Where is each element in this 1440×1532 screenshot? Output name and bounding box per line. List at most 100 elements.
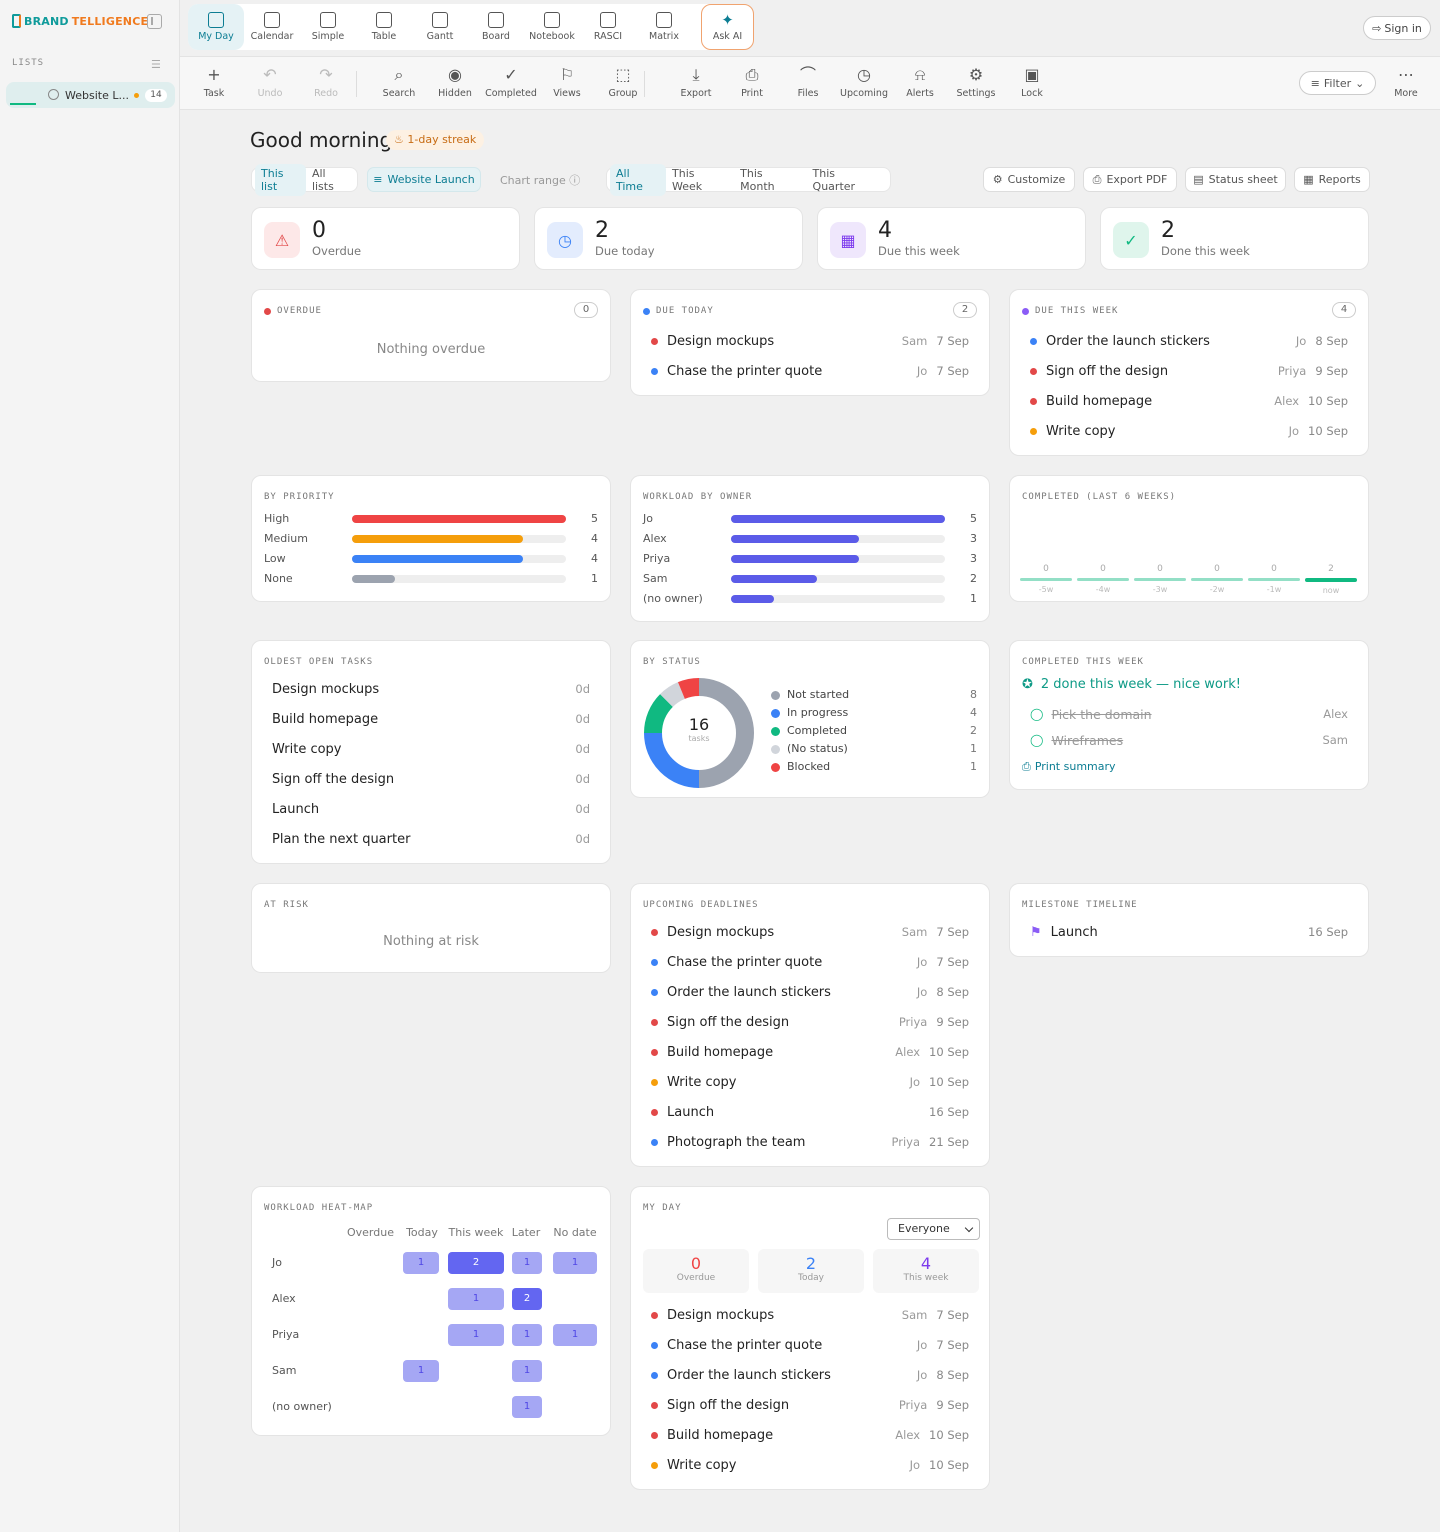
task-row[interactable]: Build homepage Alex 10 Sep (651, 1042, 969, 1062)
info-icon[interactable]: ⓘ (569, 174, 580, 187)
tab-rasci[interactable]: RASCI (580, 4, 636, 50)
completed-icon: ✓ (504, 65, 518, 84)
task-row[interactable]: Build homepage Alex 10 Sep (651, 1425, 969, 1445)
undo-button[interactable]: ↶ Undo (242, 65, 298, 99)
sheet-icon: ▤ (1193, 173, 1204, 186)
stat-due-today[interactable]: ◷ 2 Due today (534, 207, 803, 270)
task-row[interactable]: Build homepage 0d (272, 709, 590, 729)
heatmap-cell[interactable]: 2 (448, 1252, 504, 1274)
task-row[interactable]: Design mockups Sam 7 Sep (651, 331, 969, 351)
stat-due-week[interactable]: ▦ 4 Due this week (817, 207, 1086, 270)
task-row[interactable]: Sign off the design Priya 9 Sep (651, 1395, 969, 1415)
heatmap-cell[interactable]: 1 (553, 1252, 597, 1274)
upcoming-button[interactable]: ◷ Upcoming (836, 65, 892, 99)
export-pdf-button[interactable]: ⎙ Export PDF (1083, 167, 1177, 192)
search-button[interactable]: ⌕ Search (371, 65, 427, 99)
task-row[interactable]: Write copy Jo 10 Sep (651, 1455, 969, 1475)
alerts-button[interactable]: ⍾ Alerts (892, 65, 948, 99)
task-row[interactable]: Write copy Jo 10 Sep (1030, 421, 1348, 441)
heatmap-cell[interactable]: 2 (512, 1288, 542, 1310)
heatmap-cell[interactable]: 1 (512, 1396, 542, 1418)
heatmap-cell[interactable]: 1 (512, 1360, 542, 1382)
task-row[interactable]: Design mockups Sam 7 Sep (651, 922, 969, 942)
tab-calendar[interactable]: Calendar (244, 4, 300, 50)
task-row[interactable]: Photograph the team Priya 21 Sep (651, 1132, 969, 1152)
tab-gantt[interactable]: Gantt (412, 4, 468, 50)
task-owner: Priya (898, 1398, 928, 1412)
current-list-chip[interactable]: ≡ Website Launch (367, 167, 481, 192)
group-button[interactable]: ⬚ Group (595, 65, 651, 99)
task-row[interactable]: Order the launch stickers Jo 8 Sep (651, 1365, 969, 1385)
heatmap-cell[interactable]: 1 (403, 1252, 439, 1274)
task-row[interactable]: Write copy 0d (272, 739, 590, 759)
views-button[interactable]: ⚐ Views (539, 65, 595, 99)
scope-all-lists[interactable]: All lists (306, 164, 354, 196)
export-button[interactable]: ⤓ Export (668, 65, 724, 99)
task-row[interactable]: Order the launch stickers Jo 8 Sep (1030, 331, 1348, 351)
task-row[interactable]: Design mockups 0d (272, 679, 590, 699)
stat-overdue[interactable]: ⚠ 0 Overdue (251, 207, 520, 270)
range-all-time[interactable]: All Time (610, 163, 667, 196)
range-this-week[interactable]: This Week (666, 164, 734, 196)
task-row[interactable]: Design mockups Sam 7 Sep (651, 1305, 969, 1325)
tab-simple-list[interactable]: Simple (300, 4, 356, 50)
tab-my-day[interactable]: My Day (188, 4, 244, 50)
sign-in-button[interactable]: ⇨ Sign in (1363, 16, 1431, 40)
completed-item[interactable]: ◯ Wireframes Sam (1030, 730, 1348, 750)
task-date: 10 Sep (1308, 424, 1348, 438)
task-row[interactable]: Order the launch stickers Jo 8 Sep (651, 982, 969, 1002)
milestone-item[interactable]: ⚑ Launch 16 Sep (1030, 922, 1348, 942)
customize-button[interactable]: ⚙ Customize (983, 167, 1075, 192)
task-button[interactable]: + Task (186, 65, 242, 99)
task-row[interactable]: Chase the printer quote Jo 7 Sep (651, 1335, 969, 1355)
print-summary-link[interactable]: ⎙ Print summary (1022, 760, 1116, 774)
range-this-month[interactable]: This Month (734, 164, 806, 196)
redo-button[interactable]: ↷ Redo (298, 65, 354, 99)
scope-this-list[interactable]: This list (255, 163, 306, 196)
task-row[interactable]: Sign off the design Priya 9 Sep (1030, 361, 1348, 381)
print-button[interactable]: ⎙ Print (724, 65, 780, 99)
completed-button[interactable]: ✓ Completed (483, 65, 539, 99)
lock-button[interactable]: ▣ Lock (1004, 65, 1060, 99)
lists-menu-icon[interactable]: ☰ (151, 58, 161, 71)
heatmap-cell[interactable]: 1 (512, 1324, 542, 1346)
task-row[interactable]: Write copy Jo 10 Sep (651, 1072, 969, 1092)
heatmap-cell[interactable]: 1 (448, 1288, 504, 1310)
heatmap-cell[interactable]: 1 (512, 1252, 542, 1274)
status-sheet-button[interactable]: ▤ Status sheet (1185, 167, 1286, 192)
reports-button[interactable]: ▦ Reports (1294, 167, 1370, 192)
heatmap-cell[interactable]: 1 (553, 1324, 597, 1346)
files-button[interactable]: ⌒ Files (780, 65, 836, 99)
collapse-sidebar-icon[interactable] (147, 14, 162, 29)
settings-button[interactable]: ⚙ Settings (948, 65, 1004, 99)
my-day-summary-this-week[interactable]: 4 This week (873, 1249, 979, 1293)
bar-fill (352, 535, 524, 543)
tab-table[interactable]: Table (356, 4, 412, 50)
tab-notebook[interactable]: Notebook (524, 4, 580, 50)
brand-logo[interactable]: BRAND TELLIGENCE (12, 14, 148, 28)
task-row[interactable]: Chase the printer quote Jo 7 Sep (651, 361, 969, 381)
owner-filter-select[interactable]: Everyone (887, 1218, 980, 1240)
heatmap-cell[interactable]: 1 (403, 1360, 439, 1382)
completed-item[interactable]: ◯ Pick the domain Alex (1030, 704, 1348, 724)
more-button[interactable]: ⋯ More (1378, 65, 1434, 99)
stat-done-week[interactable]: ✓ 2 Done this week (1100, 207, 1369, 270)
tab-board[interactable]: Board (468, 4, 524, 50)
toolbar-label: Export (680, 88, 712, 99)
hidden-button[interactable]: ◉ Hidden (427, 65, 483, 99)
task-row[interactable]: Chase the printer quote Jo 7 Sep (651, 952, 969, 972)
ask-ai-button[interactable]: ✦ Ask AI (701, 4, 754, 50)
task-row[interactable]: Build homepage Alex 10 Sep (1030, 391, 1348, 411)
task-row[interactable]: Sign off the design 0d (272, 769, 590, 789)
task-row[interactable]: Plan the next quarter 0d (272, 829, 590, 849)
my-day-summary-overdue[interactable]: 0 Overdue (643, 1249, 749, 1293)
task-row[interactable]: Sign off the design Priya 9 Sep (651, 1012, 969, 1032)
task-row[interactable]: Launch 0d (272, 799, 590, 819)
heatmap-cell[interactable]: 1 (448, 1324, 504, 1346)
my-day-summary-today[interactable]: 2 Today (758, 1249, 864, 1293)
filter-button[interactable]: ≡ Filter ⌄ (1299, 71, 1376, 95)
task-row[interactable]: Launch 16 Sep (651, 1102, 969, 1122)
tab-matrix[interactable]: Matrix (636, 4, 692, 50)
range-this-quarter[interactable]: This Quarter (807, 164, 887, 196)
sidebar-list-website-launch[interactable]: Website L... 14 (6, 82, 175, 108)
